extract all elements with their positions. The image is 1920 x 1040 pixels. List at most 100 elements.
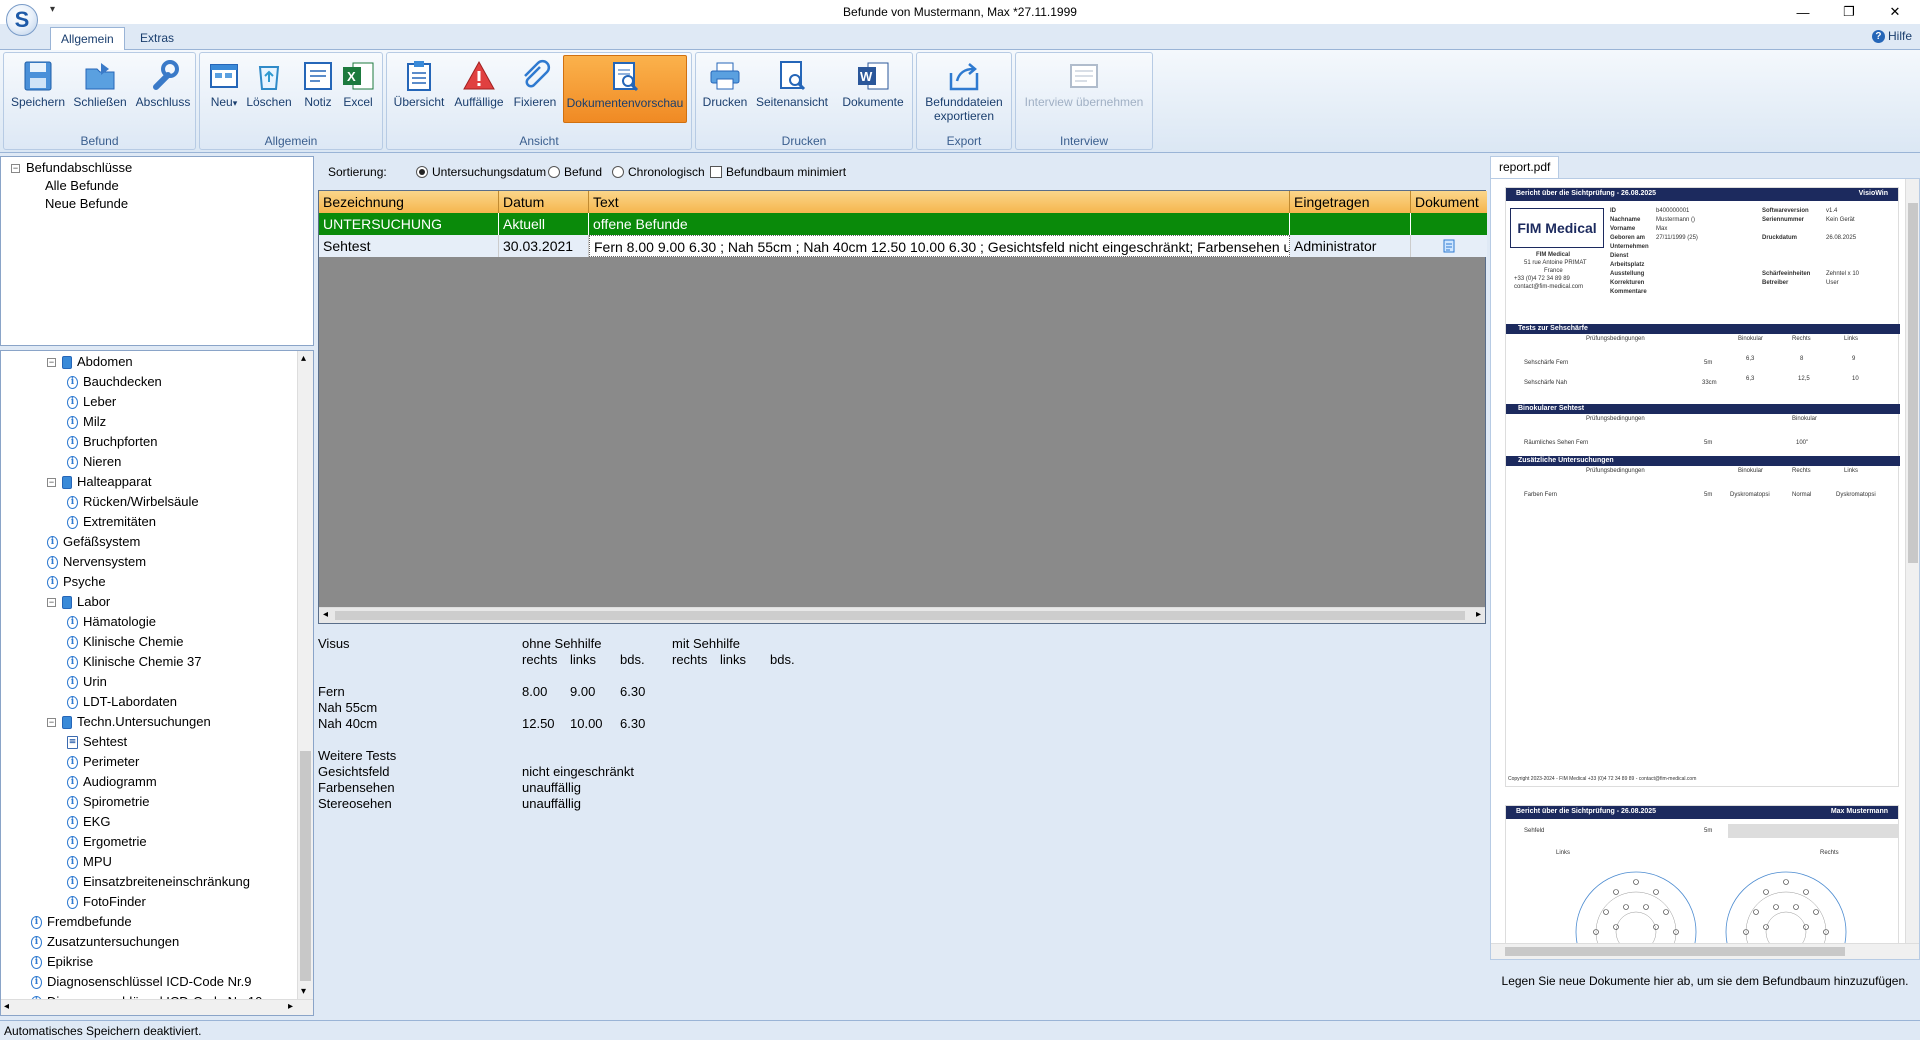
tree-item[interactable]: i Bauchdecken	[67, 373, 162, 391]
export-files-button[interactable]: Befunddateien exportieren	[921, 55, 1007, 123]
tree-item[interactable]: i Psyche	[47, 573, 106, 591]
tree-item[interactable]: ≡ Sehtest	[67, 733, 127, 751]
company-name: FIM Medical	[1536, 252, 1571, 258]
sort-radio-befund[interactable]: Befund	[548, 165, 602, 179]
abschluss-button[interactable]: Abschluss	[132, 55, 194, 123]
tree-item[interactable]: i Perimeter	[67, 753, 139, 771]
close-befund-button[interactable]: Schließen	[70, 55, 130, 123]
table-row[interactable]: UNTERSUCHUNG Aktuell offene Befunde	[319, 213, 1487, 235]
column-header-eingetragen[interactable]: Eingetragen	[1290, 191, 1411, 213]
tree-item[interactable]: i Hämatologie	[67, 613, 156, 631]
scroll-thumb[interactable]	[335, 611, 1465, 620]
tree-item[interactable]: i EKG	[67, 813, 110, 831]
abnormal-button[interactable]: Auffällige	[449, 55, 509, 123]
tab-extras[interactable]: Extras	[130, 27, 184, 50]
collapse-icon[interactable]: −	[47, 597, 56, 607]
tree-item[interactable]: i Epikrise	[31, 953, 93, 971]
tree-root-befundabschluesse[interactable]: − Befundabschlüsse	[11, 159, 132, 177]
column-header-text[interactable]: Text	[589, 191, 1290, 213]
excel-button[interactable]: X Excel	[340, 55, 376, 123]
tree-item[interactable]: i Bruchpforten	[67, 433, 157, 451]
tree-item-neue-befunde[interactable]: Neue Befunde	[45, 195, 128, 213]
tree-item[interactable]: i Extremitäten	[67, 513, 156, 531]
pdf-vertical-scrollbar[interactable]	[1905, 179, 1919, 943]
pdf-viewer[interactable]: Bericht über die Sichtprüfung - 26.08.20…	[1490, 178, 1920, 960]
scroll-left-icon[interactable]: ◂	[323, 609, 328, 620]
scroll-left-icon[interactable]: ◂	[4, 1001, 9, 1012]
tab-report-pdf[interactable]: report.pdf	[1490, 156, 1560, 178]
collapse-icon[interactable]: −	[47, 477, 56, 487]
befundbaum-minimiert-checkbox[interactable]: Befundbaum minimiert	[710, 165, 846, 179]
tree-horizontal-scrollbar[interactable]: ◂ ▸	[1, 999, 313, 1015]
sort-radio-untersuchungsdatum[interactable]: Untersuchungsdatum	[416, 165, 546, 179]
collapse-icon[interactable]: −	[11, 163, 20, 173]
tree-item[interactable]: i Gefäßsystem	[47, 533, 140, 551]
table-row[interactable]: Sehtest 30.03.2021 Fern 8.00 9.00 6.30 ;…	[319, 235, 1487, 257]
document-cell[interactable]	[1411, 235, 1487, 257]
scroll-right-icon[interactable]: ▸	[288, 1001, 293, 1012]
help-link[interactable]: ? Hilfe	[1871, 29, 1912, 43]
tree-item[interactable]: i Ergometrie	[67, 833, 147, 851]
delete-button[interactable]: Löschen	[244, 55, 294, 123]
info-icon: i	[67, 755, 78, 769]
tree-item[interactable]: i Leber	[67, 393, 116, 411]
restore-button[interactable]: ❐	[1826, 0, 1872, 24]
tree-item-label: Zusatzuntersuchungen	[47, 934, 180, 949]
tab-allgemein[interactable]: Allgemein	[50, 27, 125, 51]
app-logo[interactable]: S	[6, 4, 38, 36]
tree-item[interactable]: i Audiogramm	[67, 773, 157, 791]
scroll-down-icon[interactable]: ▾	[301, 986, 306, 997]
tree-item-alle-befunde[interactable]: Alle Befunde	[45, 177, 119, 195]
tree-item[interactable]: − Labor	[47, 593, 110, 611]
pin-button[interactable]: Fixieren	[511, 55, 559, 123]
close-button[interactable]: ✕	[1872, 0, 1918, 24]
tree-item[interactable]: − Abdomen	[47, 353, 133, 371]
scroll-thumb[interactable]	[1505, 947, 1845, 956]
collapse-icon[interactable]: −	[47, 717, 56, 727]
scroll-thumb[interactable]	[1908, 203, 1918, 563]
scroll-up-icon[interactable]: ▴	[301, 353, 306, 364]
tree-item[interactable]: i Rücken/Wirbelsäule	[67, 493, 199, 511]
tree-item[interactable]: i Diagnosenschlüssel ICD-Code Nr.9	[31, 973, 251, 991]
scroll-thumb[interactable]	[300, 751, 311, 981]
pdf-horizontal-scrollbar[interactable]	[1491, 943, 1919, 959]
tree-item[interactable]: i Einsatzbreiteneinschränkung	[67, 873, 250, 891]
minimize-button[interactable]: —	[1780, 0, 1826, 24]
document-preview-button[interactable]: Dokumentenvorschau	[563, 55, 687, 123]
print-preview-button[interactable]: Seitenansicht	[752, 55, 832, 123]
column-header-datum[interactable]: Datum	[499, 191, 589, 213]
tree-item[interactable]: − Techn.Untersuchungen	[47, 713, 211, 731]
tree-item[interactable]: i LDT-Labordaten	[67, 693, 177, 711]
tree-item[interactable]: i Fremdbefunde	[31, 913, 132, 931]
overview-button[interactable]: Übersicht	[391, 55, 447, 123]
tree-item[interactable]: − Halteapparat	[47, 473, 151, 491]
tree-item[interactable]: i Klinische Chemie 37	[67, 653, 202, 671]
befund-grid: Bezeichnung Datum Text Eingetragen Dokum…	[318, 190, 1487, 624]
tree-item[interactable]: i Nieren	[67, 453, 121, 471]
tree-item[interactable]: i FotoFinder	[67, 893, 146, 911]
tree-item[interactable]: i Milz	[67, 413, 106, 431]
collapse-icon[interactable]: −	[47, 357, 56, 367]
tree-item[interactable]: i MPU	[67, 853, 112, 871]
tree-item[interactable]: i Nervensystem	[47, 553, 146, 571]
print-button[interactable]: Drucken	[700, 55, 750, 123]
note-button[interactable]: Notiz	[300, 55, 336, 123]
tree-item[interactable]: i Zusatzuntersuchungen	[31, 933, 179, 951]
save-button[interactable]: Speichern	[8, 55, 68, 123]
tree-item[interactable]: i Spirometrie	[67, 793, 149, 811]
new-button[interactable]: Neu▾	[204, 55, 244, 123]
grid-horizontal-scrollbar[interactable]: ◂ ▸	[319, 607, 1485, 623]
column-header-dokument[interactable]: Dokument	[1411, 191, 1487, 213]
grid-header: Bezeichnung Datum Text Eingetragen Dokum…	[319, 191, 1487, 213]
tree-item[interactable]: i Klinische Chemie	[67, 633, 183, 651]
drop-hint[interactable]: Legen Sie neue Dokumente hier ab, um sie…	[1490, 974, 1920, 988]
documents-button[interactable]: W Dokumente	[838, 55, 908, 123]
scroll-right-icon[interactable]: ▸	[1476, 609, 1481, 620]
sehfeld-label: Sehfeld	[1524, 828, 1545, 834]
tree-item[interactable]: i Urin	[67, 673, 107, 691]
document-icon[interactable]	[1443, 239, 1455, 253]
column-header-bezeichnung[interactable]: Bezeichnung	[319, 191, 499, 213]
interview-import-button[interactable]: Interview übernehmen	[1020, 55, 1148, 123]
tree-vertical-scrollbar[interactable]: ▴ ▾	[297, 351, 313, 999]
sort-radio-chronologisch[interactable]: Chronologisch	[612, 165, 705, 179]
